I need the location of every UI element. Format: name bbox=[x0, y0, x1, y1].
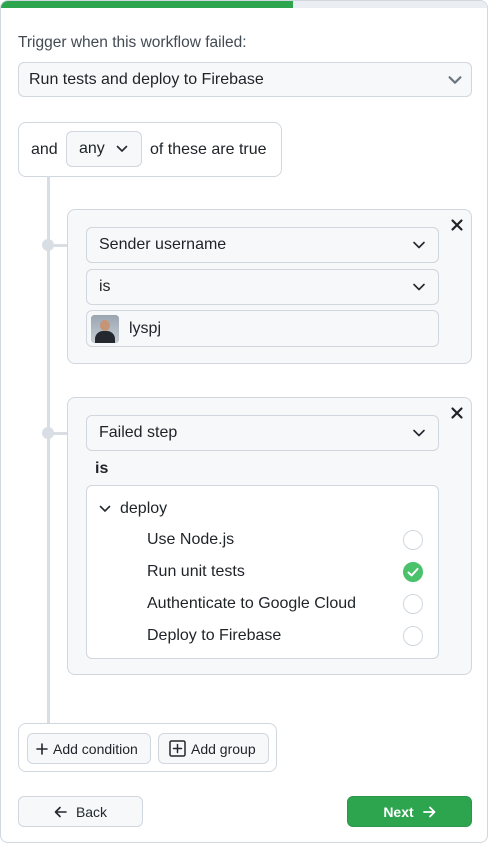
trigger-label: Trigger when this workflow failed: bbox=[18, 34, 247, 51]
workflow-trigger-panel: Trigger when this workflow failed: Run t… bbox=[0, 0, 488, 843]
condition-field-select[interactable]: Failed step bbox=[86, 415, 439, 451]
user-name: lyspj bbox=[129, 319, 162, 337]
connector-branch bbox=[48, 432, 68, 435]
add-group-button[interactable]: Add group bbox=[158, 733, 269, 764]
progress-bar-fill bbox=[1, 1, 293, 8]
avatar bbox=[91, 314, 119, 343]
arrow-right-icon bbox=[422, 806, 436, 817]
quantifier-select[interactable]: any bbox=[66, 131, 142, 167]
job-toggle[interactable]: deploy bbox=[99, 500, 167, 518]
back-label: Back bbox=[75, 803, 108, 820]
next-button[interactable]: Next bbox=[347, 796, 472, 827]
back-button[interactable]: Back bbox=[18, 796, 143, 827]
step-label: Use Node.js bbox=[147, 531, 235, 548]
operator-label: is bbox=[95, 460, 109, 477]
step-radio bbox=[403, 530, 423, 550]
step-option[interactable]: Use Node.js bbox=[147, 526, 423, 554]
step-radio-checked bbox=[403, 562, 423, 582]
condition-field-value: Failed step bbox=[99, 424, 178, 441]
check-icon bbox=[407, 568, 419, 577]
user-value-field[interactable]: lyspj bbox=[86, 310, 439, 347]
condition-operator-value: is bbox=[99, 278, 111, 295]
close-icon[interactable] bbox=[450, 406, 464, 420]
rule-prefix: and bbox=[31, 141, 58, 158]
condition-card-failed-step: Failed step is deploy Use Node.js Run un… bbox=[67, 397, 472, 675]
group-connector-line bbox=[47, 176, 50, 725]
plus-square-icon bbox=[169, 740, 186, 757]
condition-card-sender: Sender username is lyspj bbox=[67, 209, 472, 364]
workflow-select-value: Run tests and deploy to Firebase bbox=[29, 70, 264, 88]
next-label: Next bbox=[383, 803, 414, 820]
rule-suffix: of these are true bbox=[150, 141, 267, 158]
workflow-select[interactable]: Run tests and deploy to Firebase bbox=[18, 62, 472, 97]
step-picker: deploy Use Node.js Run unit tests Authen… bbox=[86, 485, 439, 659]
step-radio bbox=[403, 594, 423, 614]
add-condition-label: Add condition bbox=[53, 740, 138, 757]
step-option[interactable]: Authenticate to Google Cloud bbox=[147, 590, 423, 618]
add-actions-bar: Add condition Add group bbox=[18, 723, 277, 772]
condition-field-select[interactable]: Sender username bbox=[86, 227, 439, 263]
step-option[interactable]: Run unit tests bbox=[147, 558, 423, 586]
close-icon[interactable] bbox=[450, 218, 464, 232]
step-label: Deploy to Firebase bbox=[147, 627, 282, 644]
progress-bar bbox=[1, 1, 487, 8]
plus-icon bbox=[36, 742, 48, 755]
arrow-left-icon bbox=[54, 806, 67, 817]
chevron-down-icon bbox=[413, 283, 425, 291]
add-group-label: Add group bbox=[191, 740, 256, 757]
step-label: Authenticate to Google Cloud bbox=[147, 595, 357, 612]
add-condition-button[interactable]: Add condition bbox=[27, 733, 151, 764]
chevron-down-icon bbox=[413, 241, 425, 249]
condition-operator-select[interactable]: is bbox=[86, 269, 439, 305]
job-name: deploy bbox=[120, 500, 168, 517]
rule-group-header: and any of these are true bbox=[18, 122, 282, 177]
condition-field-value: Sender username bbox=[99, 236, 227, 253]
chevron-down-icon bbox=[116, 145, 128, 152]
connector-branch bbox=[48, 244, 68, 247]
chevron-down-icon bbox=[448, 75, 462, 84]
step-label: Run unit tests bbox=[147, 563, 245, 580]
quantifier-value: any bbox=[79, 140, 105, 157]
step-option[interactable]: Deploy to Firebase bbox=[147, 622, 423, 650]
chevron-down-icon bbox=[413, 429, 425, 437]
chevron-down-icon bbox=[99, 505, 111, 512]
step-radio bbox=[403, 626, 423, 646]
